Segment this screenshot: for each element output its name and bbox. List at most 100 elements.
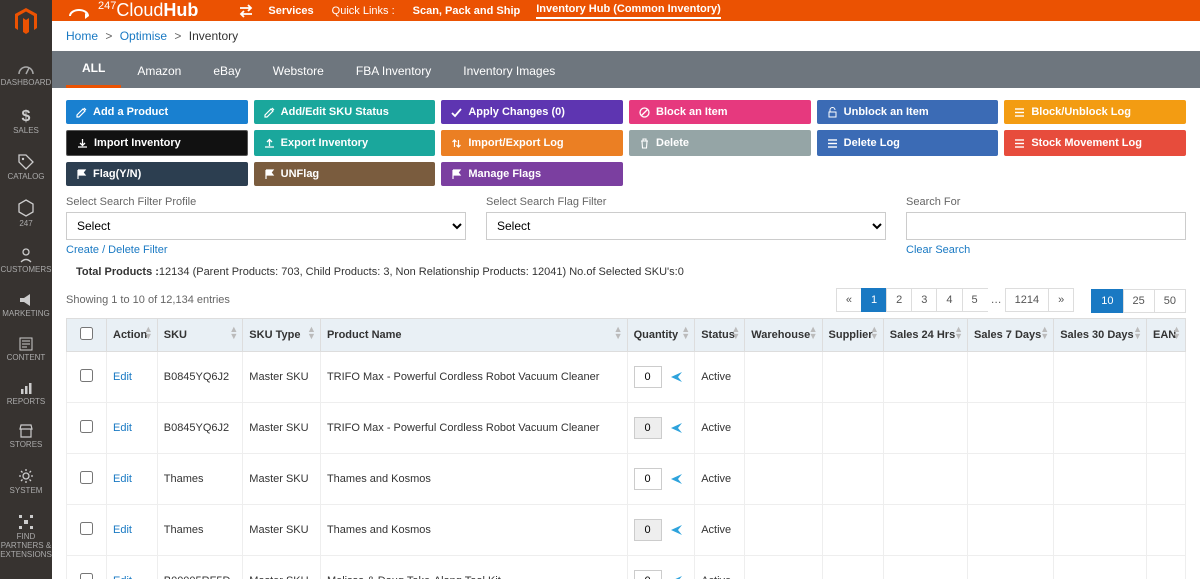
col-sales-24-hrs[interactable]: Sales 24 Hrs▲▼ [883, 319, 967, 352]
import-export-log-button[interactable]: Import/Export Log [441, 130, 623, 156]
sidebar-item-content[interactable]: CONTENT [0, 331, 54, 369]
col-supplier[interactable]: Supplier▲▼ [822, 319, 883, 352]
unflag-button[interactable]: UNFlag [254, 162, 436, 186]
page-«[interactable]: « [836, 288, 862, 312]
tab-inventory-images[interactable]: Inventory Images [447, 54, 571, 88]
create-delete-filter-link[interactable]: Create / Delete Filter [66, 244, 167, 256]
sidebar-item--[interactable]: 247 [0, 193, 54, 235]
sidebar-item-find-partners-extensions[interactable]: FIND PARTNERS & EXTENSIONS [0, 508, 54, 565]
col-ean[interactable]: EAN▲▼ [1147, 319, 1186, 352]
row-checkbox[interactable] [80, 573, 93, 579]
services-link[interactable]: Services [268, 5, 313, 17]
sidebar-item-marketing[interactable]: MARKETING [0, 287, 54, 325]
edit-link[interactable]: Edit [113, 371, 132, 383]
quantity-input[interactable] [634, 366, 662, 388]
tab-amazon[interactable]: Amazon [121, 54, 197, 88]
edit-link[interactable]: Edit [113, 575, 132, 579]
cell-status: Active [695, 352, 745, 403]
filter-flag-label: Select Search Flag Filter [486, 196, 886, 208]
filters-row: Select Search Filter Profile Select Crea… [52, 192, 1200, 256]
cell-sku: B0845YQ6J2 [157, 403, 243, 454]
col-product-name[interactable]: Product Name▲▼ [320, 319, 627, 352]
quantity-input[interactable] [634, 570, 662, 579]
flag-y-n--button[interactable]: Flag(Y/N) [66, 162, 248, 186]
page-4[interactable]: 4 [936, 288, 962, 312]
edit-link[interactable]: Edit [113, 422, 132, 434]
services-switch-icon[interactable] [238, 4, 254, 18]
send-arrow-icon[interactable] [670, 472, 684, 486]
select-all-checkbox[interactable] [80, 327, 93, 340]
send-arrow-icon[interactable] [670, 421, 684, 435]
cell-sku-type: Master SKU [243, 454, 321, 505]
apply-changes-0--button[interactable]: Apply Changes (0) [441, 100, 623, 124]
crumb-optimise[interactable]: Optimise [120, 29, 167, 43]
reports-icon [19, 381, 33, 395]
clear-search-link[interactable]: Clear Search [906, 244, 970, 256]
block-an-item-button[interactable]: Block an Item [629, 100, 811, 124]
sidebar-item-catalog[interactable]: CATALOG [0, 148, 54, 188]
col-sales-7-days[interactable]: Sales 7 Days▲▼ [968, 319, 1054, 352]
col-status[interactable]: Status▲▼ [695, 319, 745, 352]
page-»[interactable]: » [1048, 288, 1074, 312]
list-icon [1014, 107, 1025, 118]
cell-status: Active [695, 403, 745, 454]
block-unblock-log-button[interactable]: Block/Unblock Log [1004, 100, 1186, 124]
crumb-home[interactable]: Home [66, 29, 98, 43]
row-checkbox[interactable] [80, 471, 93, 484]
sort-icon: ▲▼ [1040, 326, 1049, 340]
row-checkbox[interactable] [80, 420, 93, 433]
stock-movement-log-button[interactable]: Stock Movement Log [1004, 130, 1186, 156]
partners-icon [18, 514, 34, 530]
sidebar-item-customers[interactable]: CUSTOMERS [0, 241, 54, 281]
delete-button[interactable]: Delete [629, 130, 811, 156]
col-sku-type[interactable]: SKU Type▲▼ [243, 319, 321, 352]
export-inventory-button[interactable]: Export Inventory [254, 130, 436, 156]
sidebar-item-system[interactable]: SYSTEM [0, 462, 54, 502]
edit-link[interactable]: Edit [113, 473, 132, 485]
page-1[interactable]: 1 [861, 288, 887, 312]
row-checkbox[interactable] [80, 369, 93, 382]
pagesize-10[interactable]: 10 [1091, 289, 1123, 313]
flag-icon [264, 169, 275, 180]
tab-webstore[interactable]: Webstore [257, 54, 340, 88]
sidebar-item-reports[interactable]: REPORTS [0, 375, 54, 413]
send-arrow-icon[interactable] [670, 523, 684, 537]
page-5[interactable]: 5 [962, 288, 988, 312]
col-quantity[interactable]: Quantity▲▼ [627, 319, 695, 352]
list-icon [1014, 138, 1025, 149]
pagesize-25[interactable]: 25 [1123, 289, 1155, 313]
col-sku[interactable]: SKU▲▼ [157, 319, 243, 352]
tab-all[interactable]: ALL [66, 51, 121, 88]
import-inventory-button[interactable]: Import Inventory [66, 130, 248, 156]
col-sales-30-days[interactable]: Sales 30 Days▲▼ [1054, 319, 1147, 352]
sidebar-item-sales[interactable]: $SALES [0, 100, 54, 142]
row-checkbox[interactable] [80, 522, 93, 535]
quick-link-1[interactable]: Inventory Hub (Common Inventory) [536, 3, 721, 19]
send-arrow-icon[interactable] [670, 370, 684, 384]
quick-link-0[interactable]: Scan, Pack and Ship [413, 5, 521, 17]
send-arrow-icon[interactable] [670, 574, 684, 579]
page-1214[interactable]: 1214 [1005, 288, 1049, 312]
tab-ebay[interactable]: eBay [197, 54, 256, 88]
search-input[interactable] [906, 212, 1186, 240]
col-action[interactable]: Action▲▼ [107, 319, 158, 352]
sidebar-item-dashboard[interactable]: DASHBOARD [0, 54, 54, 94]
showing-entries: Showing 1 to 10 of 12,134 entries [66, 294, 230, 306]
col-checkbox[interactable] [67, 319, 107, 352]
delete-log-button[interactable]: Delete Log [817, 130, 999, 156]
tab-fba-inventory[interactable]: FBA Inventory [340, 54, 447, 88]
add-a-product-button[interactable]: Add a Product [66, 100, 248, 124]
manage-flags-button[interactable]: Manage Flags [441, 162, 623, 186]
filter-profile-select[interactable]: Select [66, 212, 466, 240]
filter-flag-select[interactable]: Select [486, 212, 886, 240]
unblock-an-item-button[interactable]: Unblock an Item [817, 100, 999, 124]
edit-link[interactable]: Edit [113, 524, 132, 536]
table-row: EditThamesMaster SKUThames and KosmosAct… [67, 454, 1186, 505]
pagesize-50[interactable]: 50 [1154, 289, 1186, 313]
page-3[interactable]: 3 [911, 288, 937, 312]
page-2[interactable]: 2 [886, 288, 912, 312]
col-warehouse[interactable]: Warehouse▲▼ [745, 319, 822, 352]
add-edit-sku-status-button[interactable]: Add/Edit SKU Status [254, 100, 436, 124]
quantity-input[interactable] [634, 468, 662, 490]
sidebar-item-stores[interactable]: STORES [0, 418, 54, 456]
